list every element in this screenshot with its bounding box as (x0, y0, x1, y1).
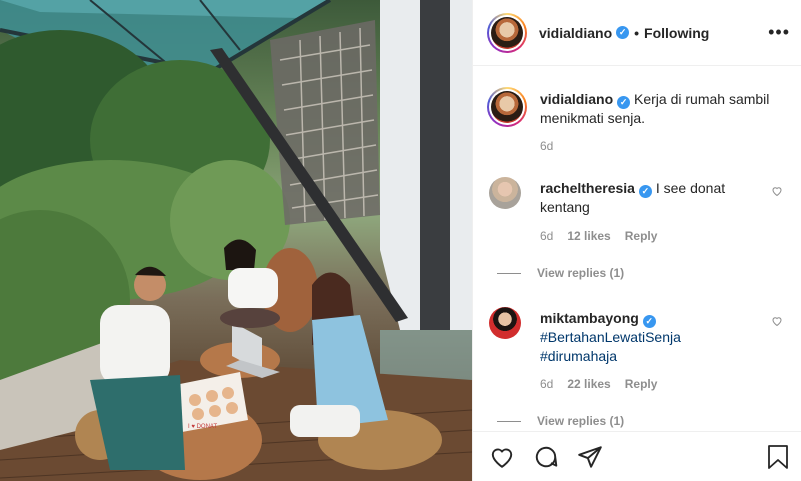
comment-meta: 6d 12 likes Reply (540, 229, 657, 243)
header-separator: • (634, 24, 640, 41)
share-icon[interactable] (577, 444, 603, 470)
hashtag-link[interactable]: #BertahanLewatiSenja (540, 329, 681, 345)
comment-like-heart-icon[interactable] (771, 315, 783, 327)
comment-body: racheltheresia ✓ I see donat kentang (540, 179, 750, 217)
author-username[interactable]: vidialdiano (539, 25, 612, 41)
comment-likes[interactable]: 22 likes (567, 377, 610, 391)
comment-body: miktambayong ✓ #BertahanLewatiSenja #diru… (540, 309, 750, 366)
photo-scene: I ♥ DONAT (0, 0, 472, 481)
post-actions-bar (473, 431, 801, 481)
commenter-avatar[interactable] (489, 307, 521, 339)
comment-timestamp[interactable]: 6d (540, 229, 553, 243)
author-info: vidialdiano ✓ • Following (539, 25, 709, 41)
hashtag-link[interactable]: #dirumahaja (540, 348, 617, 364)
commenter-username[interactable]: miktambayong (540, 310, 639, 326)
comment-timestamp[interactable]: 6d (540, 377, 553, 391)
donut-box-label: I ♥ DONAT (188, 424, 217, 430)
comment-icon[interactable] (533, 444, 559, 470)
replies-divider-line (497, 420, 521, 422)
following-button[interactable]: Following (644, 25, 709, 41)
verified-badge-icon: ✓ (617, 96, 631, 109)
caption-author-username[interactable]: vidialdiano (540, 91, 613, 107)
commenter-username[interactable]: racheltheresia (540, 180, 635, 196)
verified-badge-icon: ✓ (616, 26, 630, 39)
post-photo[interactable]: I ♥ DONAT (0, 0, 472, 481)
more-options-icon[interactable]: ••• (768, 22, 790, 43)
heart-icon[interactable] (489, 444, 515, 470)
bookmark-icon[interactable] (766, 444, 790, 470)
author-avatar[interactable] (487, 12, 527, 53)
comment-meta: 6d 22 likes Reply (540, 377, 657, 391)
comment-reply-button[interactable]: Reply (625, 229, 658, 243)
verified-badge-icon: ✓ (638, 185, 652, 198)
caption-author-avatar[interactable] (487, 87, 527, 127)
commenter-avatar[interactable] (489, 177, 521, 209)
comment-like-heart-icon[interactable] (771, 185, 783, 197)
view-replies-label: View replies (1) (537, 414, 625, 428)
view-replies-button[interactable]: View replies (1) (497, 266, 624, 280)
instagram-post: I ♥ DONAT vidialdiano ✓ • Following ••• … (0, 0, 801, 481)
verified-badge-icon: ✓ (642, 315, 656, 328)
post-side-panel: vidialdiano ✓ • Following ••• vidialdian… (472, 0, 801, 481)
post-header: vidialdiano ✓ • Following ••• (473, 0, 801, 66)
caption-timestamp[interactable]: 6d (540, 139, 553, 153)
comments-section[interactable]: vidialdiano ✓ Kerja di rumah sambil menik… (473, 67, 801, 431)
view-replies-button[interactable]: View replies (1) (497, 414, 624, 428)
caption-body: vidialdiano ✓ Kerja di rumah sambil menik… (540, 90, 790, 128)
comment-reply-button[interactable]: Reply (625, 377, 658, 391)
comment-likes[interactable]: 12 likes (567, 229, 610, 243)
replies-divider-line (497, 272, 521, 274)
view-replies-label: View replies (1) (537, 266, 625, 280)
